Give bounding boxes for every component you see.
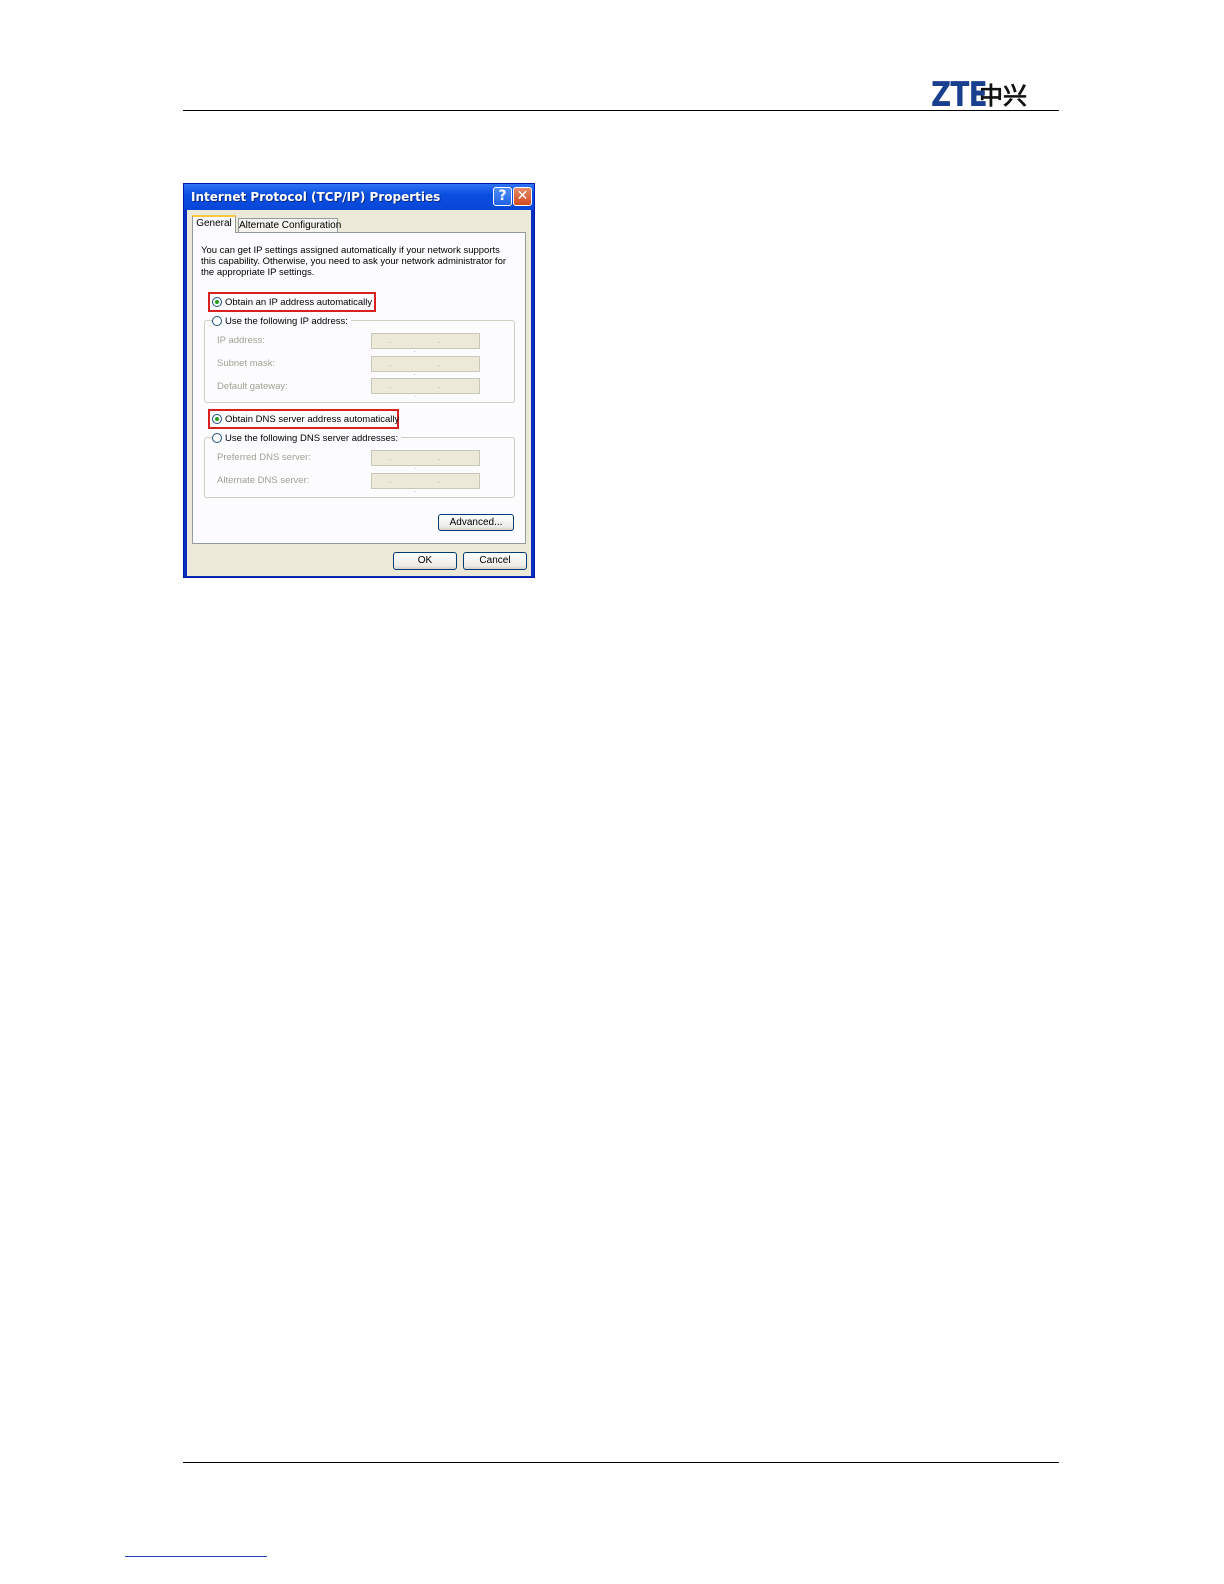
dns-manual-radio[interactable]: Use the following DNS server addresses: — [212, 431, 402, 445]
alternate-dns-label: Alternate DNS server: — [217, 475, 310, 486]
dialog-client-area: General Alternate Configuration You can … — [187, 210, 531, 576]
description-text: You can get IP settings assigned automat… — [201, 245, 507, 278]
cancel-button[interactable]: Cancel — [463, 552, 527, 570]
preferred-dns-label: Preferred DNS server: — [217, 452, 311, 463]
subnet-mask-label: Subnet mask: — [217, 358, 276, 369]
preferred-dns-field[interactable]: . . . — [371, 450, 480, 471]
advanced-button[interactable]: Advanced... — [438, 514, 514, 531]
ip-manual-radio[interactable]: Use the following IP address: — [212, 314, 351, 328]
alternate-dns-field[interactable]: . . . — [371, 473, 480, 494]
ip-address-field[interactable]: . . . — [371, 333, 480, 354]
subnet-mask-field[interactable]: . . . — [371, 356, 480, 377]
logo-latin: ZTE — [931, 75, 988, 115]
dns-auto-radio[interactable]: Obtain DNS server address automatically — [212, 412, 399, 426]
ip-auto-label: Obtain an IP address automatically — [225, 296, 373, 308]
tab-general[interactable]: General — [192, 215, 236, 233]
radio-unselected-icon — [212, 316, 222, 326]
footer-rule — [183, 1462, 1059, 1463]
default-gateway-value: . . . — [389, 381, 462, 399]
ip-auto-radio[interactable]: Obtain an IP address automatically — [212, 295, 372, 309]
tab-alternate-configuration[interactable]: Alternate Configuration — [238, 218, 341, 233]
radio-unselected-icon — [212, 433, 222, 443]
dialog-title: Internet Protocol (TCP/IP) Properties — [191, 190, 441, 204]
alternate-dns-value: . . . — [389, 476, 462, 494]
default-gateway-field[interactable]: . . . — [371, 378, 480, 399]
default-gateway-label: Default gateway: — [217, 381, 288, 392]
footer-link-underline[interactable] — [125, 1556, 267, 1557]
radio-selected-icon — [212, 297, 222, 307]
help-icon: ? — [498, 188, 507, 204]
radio-selected-icon — [212, 414, 222, 424]
help-button[interactable]: ? — [493, 187, 512, 206]
header-rule — [183, 110, 1059, 111]
preferred-dns-value: . . . — [389, 453, 462, 471]
close-button[interactable]: ✕ — [513, 187, 532, 206]
ip-manual-label: Use the following IP address: — [225, 315, 348, 327]
dns-manual-label: Use the following DNS server addresses: — [225, 432, 399, 444]
tcpip-properties-dialog: Internet Protocol (TCP/IP) Properties ? … — [183, 183, 535, 578]
zte-logo: ZTE 中兴 — [931, 75, 1027, 115]
title-bar[interactable]: Internet Protocol (TCP/IP) Properties ? … — [184, 184, 534, 210]
ok-button[interactable]: OK — [393, 552, 457, 570]
ip-address-value: . . . — [389, 336, 462, 354]
close-icon: ✕ — [516, 188, 529, 204]
subnet-mask-value: . . . — [389, 359, 462, 377]
dns-auto-label: Obtain DNS server address automatically — [225, 413, 400, 425]
ip-address-label: IP address: — [217, 335, 265, 346]
